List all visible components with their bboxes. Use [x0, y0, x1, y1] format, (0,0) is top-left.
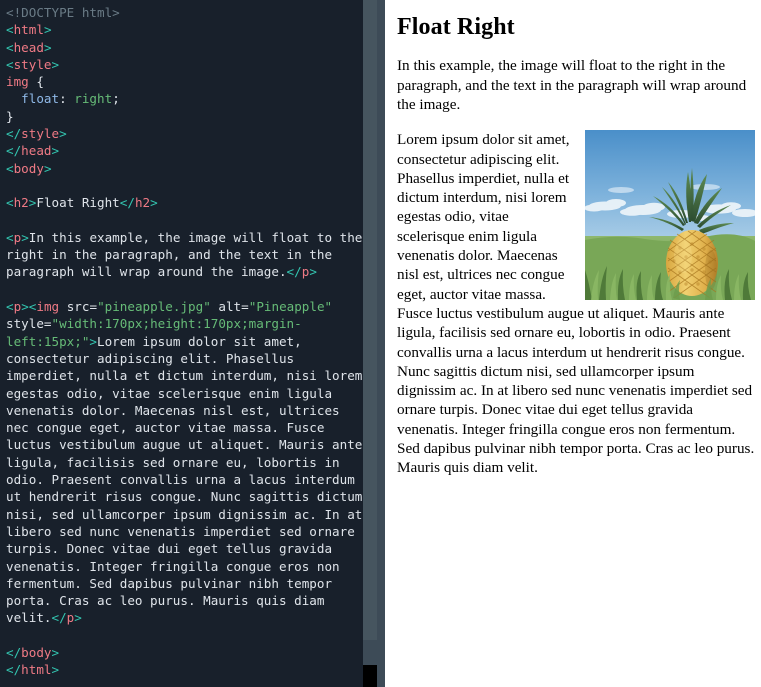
code-token: style	[21, 126, 60, 142]
code-token: <	[6, 160, 14, 176]
code-token: body	[13, 160, 44, 176]
code-token: html	[21, 662, 52, 678]
html-source-code[interactable]: <!DOCTYPE html> <html> <head> <style> im…	[6, 4, 363, 679]
code-token: </	[6, 662, 22, 678]
code-token: >	[89, 333, 97, 349]
code-token: body	[21, 644, 52, 660]
code-token: Lorem ipsum dolor sit amet, consectetur …	[6, 333, 363, 626]
code-token: :	[59, 91, 75, 107]
code-token: img	[36, 299, 60, 315]
code-token: h2	[134, 195, 151, 211]
code-token: "Pineapple"	[248, 299, 333, 315]
preview-heading: Float Right	[397, 14, 515, 40]
code-token: >	[43, 39, 52, 55]
editor-vertical-scrollbar[interactable]	[363, 0, 377, 687]
code-token: =	[241, 299, 249, 315]
code-line: </html>	[6, 661, 363, 678]
code-token: >	[43, 22, 52, 38]
code-token: <	[6, 56, 14, 72]
code-token: head	[21, 143, 52, 159]
code-token: <	[6, 229, 14, 245]
code-line: <p>In this example, the image will float…	[6, 229, 363, 281]
split-view-container: <!DOCTYPE html> <html> <head> <style> im…	[0, 0, 761, 687]
code-token: Float Right	[36, 195, 120, 211]
preview-paragraph-intro: In this example, the image will float to…	[397, 57, 747, 113]
code-token: </	[51, 610, 67, 626]
code-editor-surface[interactable]: <!DOCTYPE html> <html> <head> <style> im…	[0, 0, 363, 687]
code-line: </style>	[6, 125, 363, 142]
code-token: >	[51, 644, 60, 660]
code-line: </head>	[6, 142, 363, 159]
code-token: >	[74, 610, 82, 626]
code-token: >	[21, 299, 29, 315]
code-token: "pineapple.jpg"	[97, 299, 211, 315]
code-token: >	[150, 195, 158, 211]
code-token: >	[43, 160, 52, 176]
code-token: src	[66, 299, 90, 315]
code-line: img {	[6, 73, 363, 90]
editor-right-gutter	[377, 0, 385, 687]
code-token: >	[21, 229, 29, 245]
code-editor-pane[interactable]: <!DOCTYPE html> <html> <head> <style> im…	[0, 0, 385, 687]
code-token: =	[89, 299, 98, 315]
code-token: <	[6, 299, 14, 315]
rendered-preview-pane: Float Right In this example, the image w…	[385, 0, 761, 687]
code-line: <body>	[6, 160, 363, 177]
code-token: right	[74, 91, 113, 107]
editor-scrollbar-corner	[363, 665, 377, 687]
code-token: </	[119, 195, 135, 211]
code-token: float	[21, 91, 60, 107]
code-token: }	[6, 108, 14, 124]
code-token: </	[6, 644, 22, 660]
pineapple-image	[585, 130, 755, 301]
code-line: }	[6, 108, 363, 125]
code-token: =	[43, 316, 52, 332]
code-token: >	[51, 56, 60, 72]
code-token: img	[6, 74, 29, 90]
code-line: <style>	[6, 56, 363, 73]
code-token: style	[6, 316, 44, 332]
code-token: ;	[112, 91, 120, 107]
code-token: h2	[13, 195, 29, 211]
code-token: <!DOCTYPE html>	[6, 5, 120, 20]
code-line: <head>	[6, 39, 363, 56]
code-line: </body>	[6, 644, 363, 661]
code-token: </	[6, 126, 22, 142]
code-token: <	[6, 39, 14, 55]
code-token: >	[51, 662, 60, 678]
code-token: <	[6, 195, 14, 211]
code-token: {	[28, 74, 44, 90]
editor-scrollbar-thumb[interactable]	[363, 0, 377, 640]
code-token: >	[309, 264, 317, 280]
code-token: </	[286, 264, 302, 280]
code-token: alt	[218, 299, 242, 315]
code-line: <p><img src="pineapple.jpg" alt="Pineapp…	[6, 298, 363, 627]
code-line: <html>	[6, 21, 363, 38]
code-line: float: right;	[6, 90, 363, 107]
code-line: <!DOCTYPE html>	[6, 4, 363, 21]
code-token: >	[51, 143, 60, 159]
code-token: html	[13, 22, 44, 38]
code-token: style	[13, 56, 52, 72]
code-line: <h2>Float Right</h2>	[6, 194, 363, 211]
code-token: </	[6, 143, 22, 159]
preview-document: Float Right In this example, the image w…	[397, 14, 755, 478]
code-token: head	[13, 39, 44, 55]
preview-paragraph-body: Lorem ipsum dolor sit amet, consectetur …	[397, 130, 755, 477]
code-token: >	[59, 126, 67, 142]
code-token: <	[6, 22, 14, 38]
